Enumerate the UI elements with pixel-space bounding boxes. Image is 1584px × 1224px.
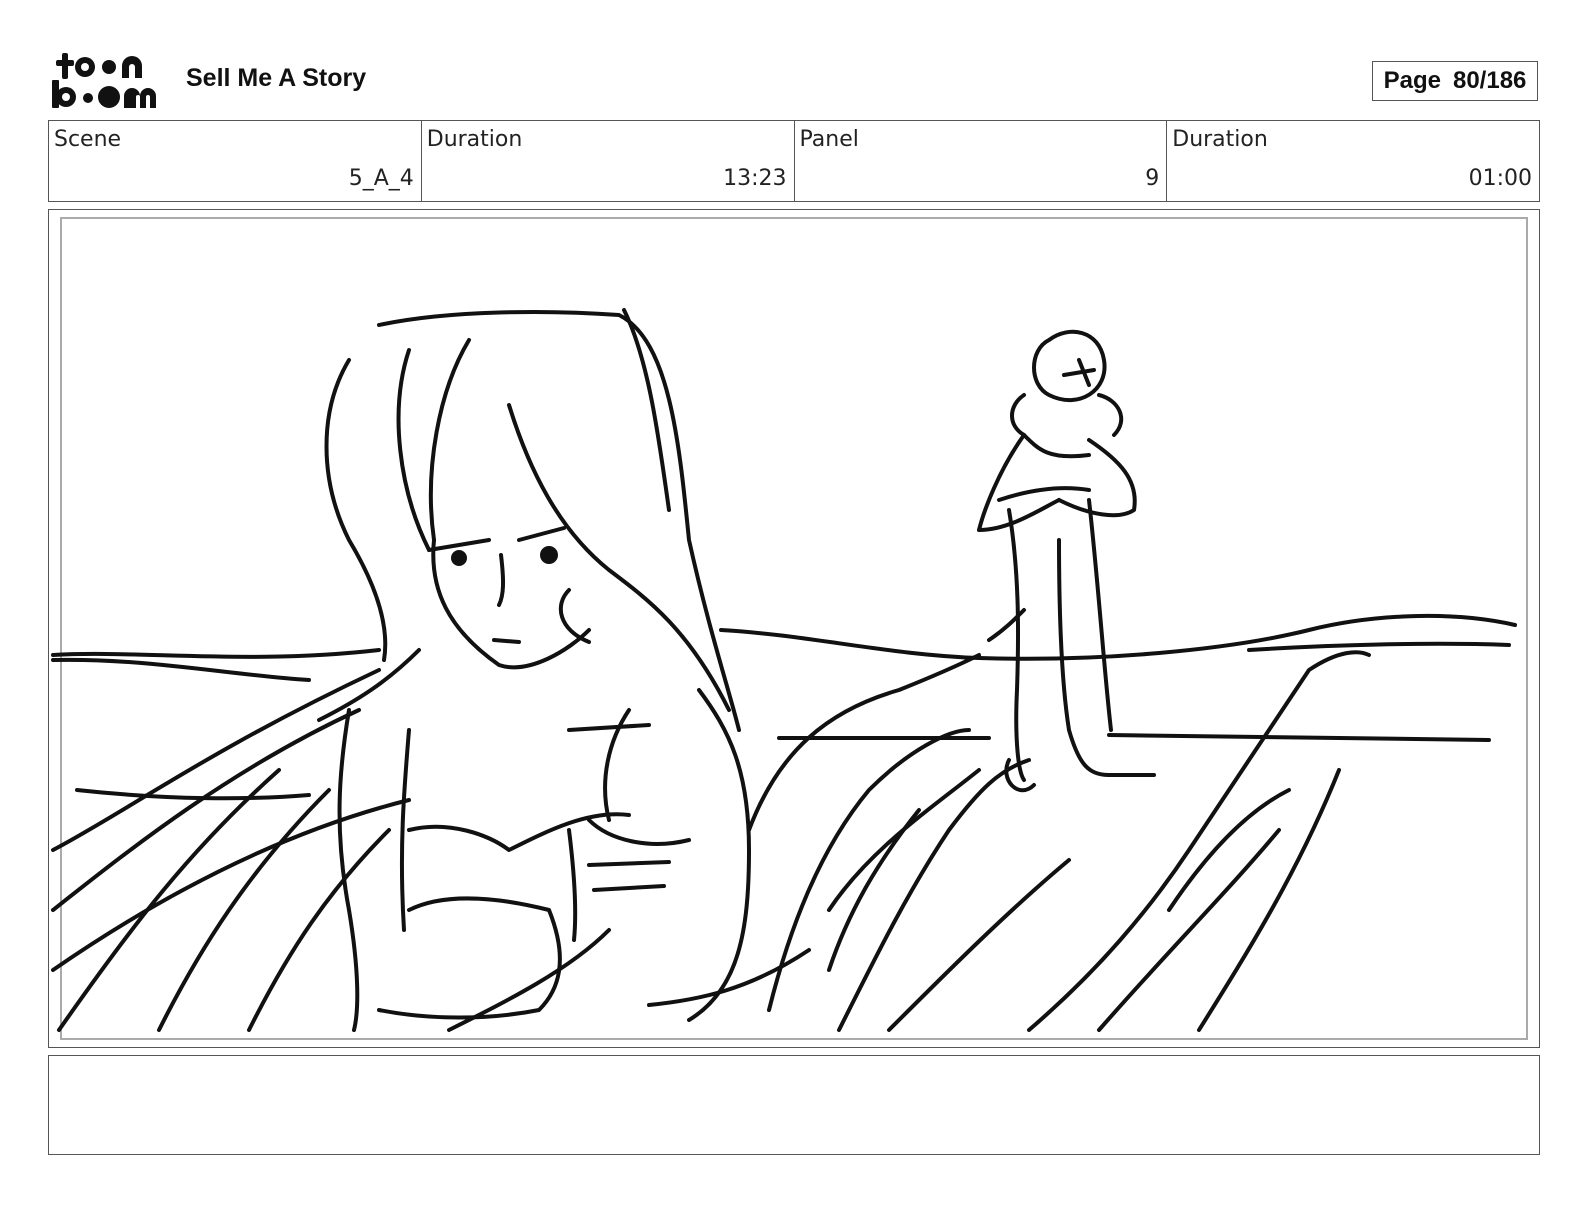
panel-duration-cell: Duration 01:00: [1167, 121, 1539, 201]
toonboom-logo-icon: [52, 53, 156, 108]
project-title: Sell Me A Story: [186, 64, 367, 92]
scene-duration-label: Duration: [426, 127, 523, 152]
page-number: 80/186: [1452, 67, 1527, 94]
storyboard-panel: [48, 209, 1540, 1048]
panel-notes-box: [48, 1055, 1540, 1155]
panel-cell: Panel 9: [795, 121, 1168, 201]
scene-label: Scene: [54, 127, 122, 152]
page-label: Page: [1383, 67, 1441, 94]
panel-duration-label: Duration: [1172, 127, 1268, 152]
page-indicator: Page 80/186: [1372, 61, 1538, 101]
storyboard-sketch: [51, 308, 1517, 1032]
panel-duration-value: 01:00: [1468, 166, 1532, 191]
scene-duration-value: 13:23: [723, 166, 787, 191]
scene-duration-cell: Duration 13:23: [422, 121, 795, 201]
panel-value: 9: [1145, 166, 1160, 191]
scene-value: 5_A_4: [348, 166, 414, 191]
panel-label: Panel: [799, 127, 859, 152]
scene-cell: Scene 5_A_4: [49, 121, 422, 201]
scene-info-table: Scene 5_A_4 Duration 13:23 Panel 9 Durat…: [48, 120, 1540, 202]
toonboom-logo: [52, 50, 164, 112]
